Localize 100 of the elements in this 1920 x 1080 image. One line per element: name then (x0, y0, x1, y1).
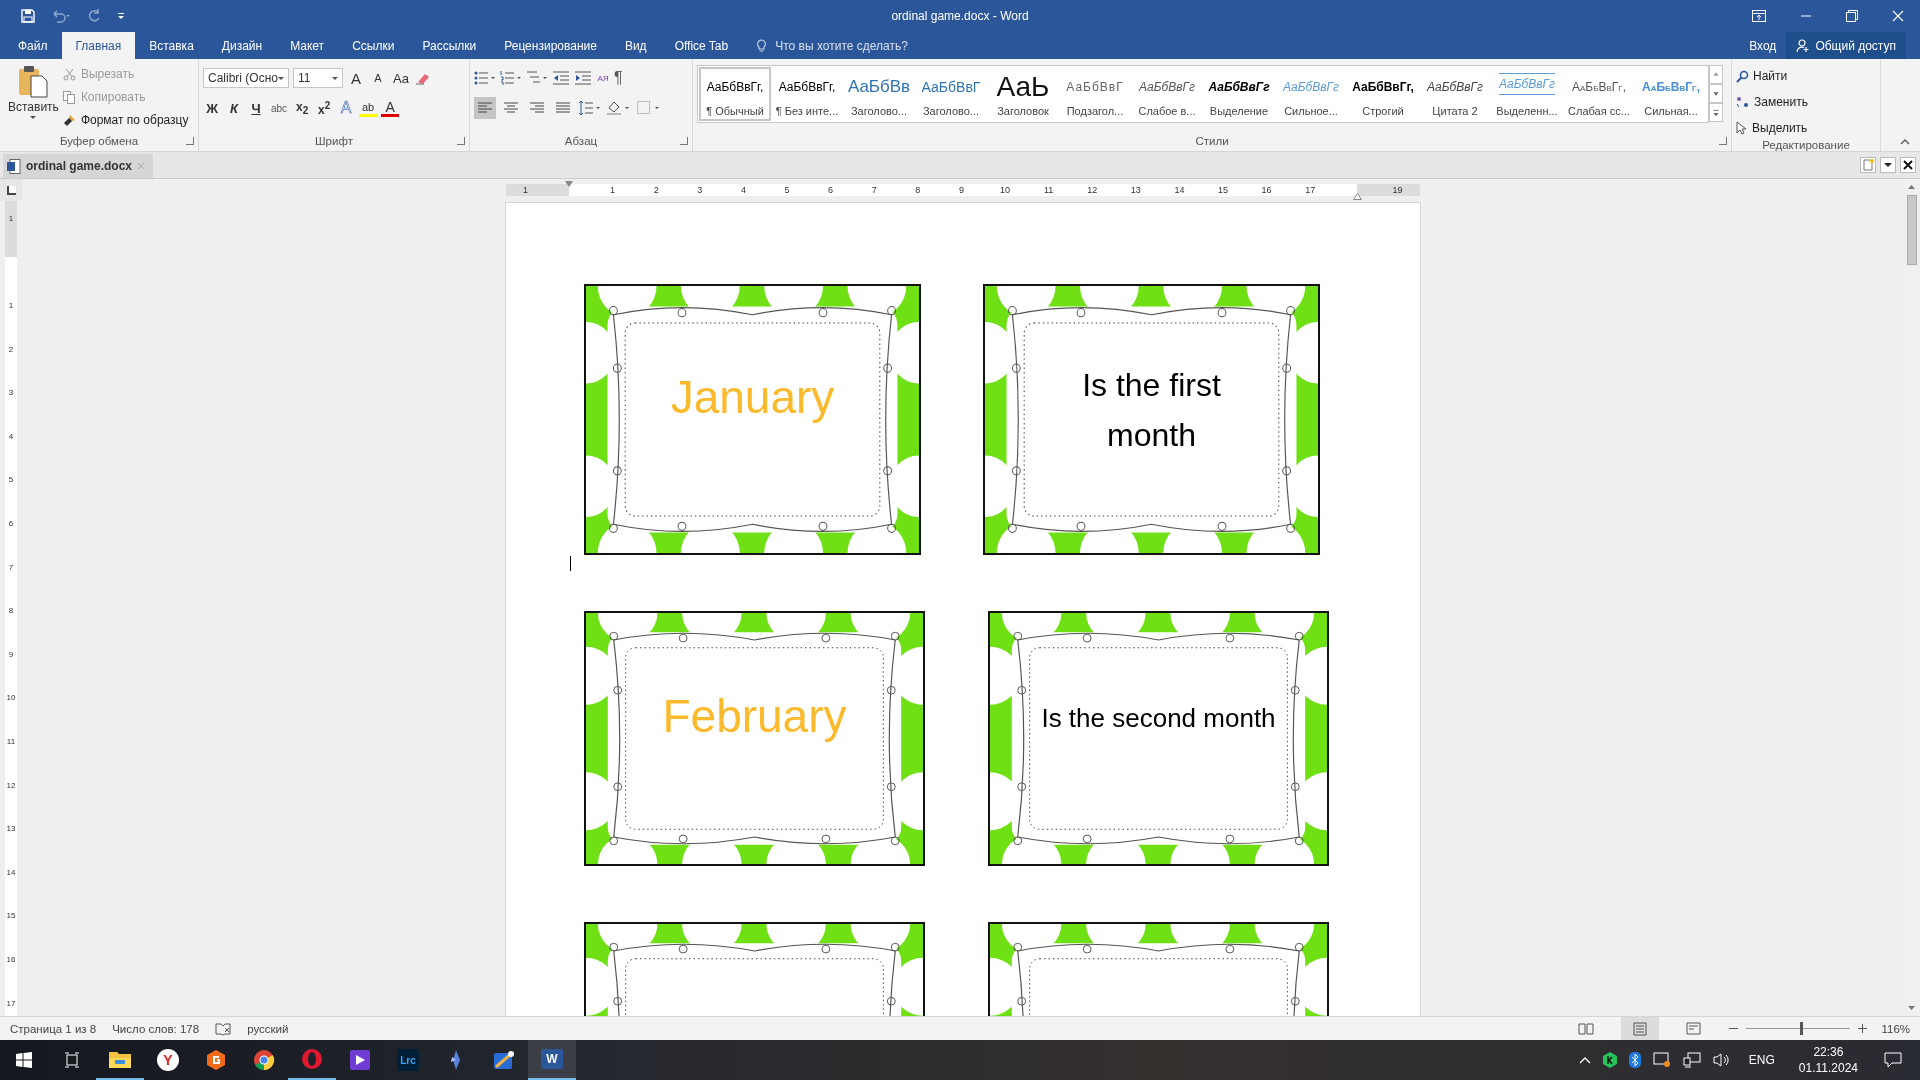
keyboard-language[interactable]: ENG (1748, 1053, 1775, 1067)
replace-button[interactable]: Заменить (1736, 92, 1876, 112)
style-item[interactable]: АаБбВв Заголово... (843, 67, 915, 121)
style-item[interactable]: АаБбВвГг Выделенн... (1491, 67, 1563, 121)
ribbon-tab[interactable]: Дизайн (207, 32, 277, 59)
scroll-up-icon[interactable] (1907, 184, 1916, 190)
print-layout-icon[interactable] (1621, 1017, 1660, 1040)
restore-icon[interactable] (1846, 10, 1858, 22)
ribbon-tab[interactable]: Файл (4, 32, 62, 59)
caret-icon (30, 116, 37, 119)
volume-icon[interactable] (1712, 1052, 1731, 1068)
taskbar-app[interactable]: Lrc (384, 1040, 432, 1080)
notification-icon[interactable] (1884, 1052, 1902, 1068)
zoom-in-icon[interactable] (1858, 1024, 1868, 1033)
task-view-icon[interactable] (64, 1052, 80, 1068)
customize-caret-icon[interactable] (116, 11, 126, 21)
select-button[interactable]: Выделить (1736, 118, 1876, 138)
ribbon-tab[interactable]: Office Tab (660, 32, 743, 59)
ribbon-tab[interactable]: Рецензирование (490, 32, 611, 59)
paste-button[interactable]: Вставить (4, 62, 63, 131)
style-item[interactable]: АаБбВвГ Заголово... (915, 67, 987, 121)
tell-me-field[interactable]: Что вы хотите сделать? (773, 37, 978, 54)
document-tab[interactable]: ordinal game.docx (3, 154, 154, 178)
folder-icon (108, 1049, 132, 1069)
font-format-button[interactable]: К (225, 97, 243, 119)
bluetooth-icon[interactable] (1628, 1052, 1641, 1068)
style-item[interactable]: АаБбВвГг Сильное... (1275, 67, 1347, 121)
save-icon[interactable] (20, 8, 36, 24)
dialog-launcher-icon[interactable] (680, 137, 688, 145)
ribbon-tab[interactable]: Вставка (135, 32, 208, 59)
ribbon-tab[interactable]: Макет (276, 32, 339, 59)
proofing-icon[interactable] (215, 1021, 232, 1036)
font-format-button[interactable]: Ч (247, 97, 265, 119)
share-button[interactable]: Общий доступ (1786, 32, 1906, 59)
ruler-number: 3 (7, 388, 15, 399)
language-indicator[interactable]: русский (247, 1022, 289, 1035)
style-item[interactable]: АаБбВвГг, Слабая сс... (1563, 67, 1635, 121)
tab-selector-icon[interactable] (6, 185, 16, 195)
font-format-button[interactable]: x$_{2}$ (293, 97, 312, 119)
ribbon-display-icon[interactable] (1752, 10, 1766, 22)
dialog-launcher-icon[interactable] (1719, 137, 1727, 145)
format-painter-button[interactable]: Формат по образцу (62, 110, 189, 130)
dropdown-icon[interactable] (1880, 157, 1896, 173)
monitor-icon[interactable] (1652, 1052, 1671, 1068)
find-button[interactable]: Найти (1736, 66, 1876, 86)
undo-icon[interactable] (50, 8, 72, 24)
zoom-level[interactable]: 116% (1881, 1022, 1910, 1035)
style-item[interactable]: АаБбВвГг, ¶ Обычный (699, 67, 771, 121)
font-size-field[interactable]: 11 (293, 68, 343, 88)
font-format-button[interactable]: Ж (203, 97, 221, 119)
scroll-down-icon[interactable] (1907, 1005, 1916, 1011)
indent-marker-icon[interactable] (1353, 193, 1362, 200)
sort-button[interactable]: АЯ (596, 73, 610, 83)
show-marks-button[interactable]: ¶ (614, 69, 623, 87)
taskbar-app[interactable]: W (528, 1040, 576, 1080)
dialog-launcher-icon[interactable] (457, 137, 465, 145)
style-item[interactable]: АаБбВвГ Подзагол... (1059, 67, 1131, 121)
more-icon[interactable] (1709, 103, 1723, 122)
ribbon-tab[interactable]: Рассылки (408, 32, 491, 59)
font-format-button[interactable]: A (347, 67, 365, 89)
bullet-list-icon[interactable] (474, 70, 496, 86)
redo-icon[interactable] (86, 8, 102, 24)
style-item[interactable]: АаБбВвГг, Сильная... (1635, 67, 1707, 121)
page-count[interactable]: Страница 1 из 8 (10, 1022, 97, 1035)
font-format-button[interactable]: x$^{2}$ (315, 97, 334, 119)
font-format-button[interactable]: ab (359, 99, 378, 117)
font-format-button[interactable]: abc (269, 97, 290, 119)
font-format-button[interactable]: A (381, 99, 400, 117)
chevron-up-icon[interactable] (1578, 1056, 1591, 1064)
dialog-launcher-icon[interactable] (186, 137, 194, 145)
ribbon-tab[interactable]: Вид (610, 32, 661, 59)
clock[interactable]: 22:36 01.11.2024 (1798, 1044, 1858, 1076)
word-count[interactable]: Число слов: 178 (112, 1022, 200, 1035)
font-format-button[interactable]: Аа (391, 67, 412, 89)
multilevel-list-icon[interactable] (526, 70, 548, 86)
style-item[interactable]: АаБбВвГг, ¶ Без инте... (771, 67, 843, 121)
line-spacing-icon[interactable] (578, 100, 602, 116)
taskbar-app[interactable]: Y (144, 1040, 192, 1080)
card-text: Is the first month (1081, 365, 1222, 455)
style-item[interactable]: АаЬ Заголовок (987, 67, 1059, 121)
style-item[interactable]: АаБбВвГг Слабое в... (1131, 67, 1203, 121)
network-icon[interactable] (1682, 1052, 1701, 1068)
style-item[interactable]: АаБбВвГг, Строгий (1347, 67, 1419, 121)
font-format-button[interactable]: A (369, 67, 387, 89)
close-icon[interactable] (1900, 157, 1916, 173)
shading-icon[interactable] (606, 100, 632, 116)
decrease-indent-icon[interactable] (552, 70, 570, 86)
windows-start-icon[interactable] (16, 1052, 32, 1068)
sign-in-link[interactable]: Вход (1739, 32, 1787, 59)
ribbon-tab[interactable]: Главная (61, 32, 136, 59)
increase-indent-icon[interactable] (574, 70, 592, 86)
scrollbar-thumb[interactable] (1906, 195, 1917, 265)
font-name-field[interactable]: Calibri (Осно (203, 68, 289, 88)
indent-marker-icon[interactable] (565, 181, 573, 187)
scroll-down-icon[interactable] (1709, 84, 1723, 103)
ribbon-tab[interactable]: Ссылки (338, 32, 409, 59)
style-item[interactable]: АаБбВвГг Выделение (1203, 67, 1275, 121)
ruler-number: 1 (7, 301, 15, 311)
shield-icon[interactable] (1602, 1052, 1617, 1068)
style-item[interactable]: АаБбВвГг Цитата 2 (1419, 67, 1491, 121)
